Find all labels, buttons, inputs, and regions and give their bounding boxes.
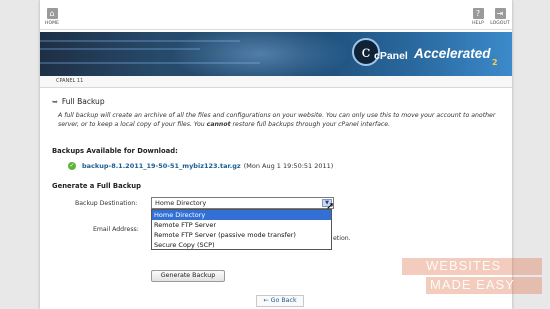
cpanel-banner: c cPanel Accelerated 2 (40, 32, 512, 76)
watermark-line1: WEBSITES (426, 258, 502, 273)
backups-heading: Backups Available for Download: (52, 147, 178, 155)
help-button[interactable]: ? HELP (466, 8, 490, 26)
home-button[interactable]: ⌂ HOME (40, 8, 64, 26)
destination-option-scp[interactable]: Secure Copy (SCP) (152, 240, 331, 250)
home-icon: ⌂ (46, 8, 58, 19)
watermark-line2: MADE EASY (430, 277, 515, 292)
cpanel-logo-text: cPanel (374, 50, 408, 62)
backup-destination-select[interactable]: Home Directory ▼ (151, 197, 334, 209)
description-part2: restore full backups through your cPanel… (230, 120, 391, 128)
mouse-pointer-icon: ➚ (326, 201, 335, 212)
page-title-text: Full Backup (61, 97, 105, 106)
backup-list-item: ✓ backup-8.1.2011_19-50-51_mybiz123.tar.g… (68, 162, 333, 170)
destination-dropdown-list: Home Directory Remote FTP Server Remote … (151, 209, 332, 250)
page-title: ➥ Full Backup (52, 97, 105, 106)
destination-selected-value: Home Directory (155, 199, 207, 207)
watermark-logo: WEBSITES MADE EASY (396, 258, 546, 298)
generate-backup-button[interactable]: Generate Backup (151, 270, 225, 282)
top-toolbar: ⌂ HOME ? HELP ⇥ LOGOUT (40, 8, 512, 30)
logout-button[interactable]: ⇥ LOGOUT (488, 8, 512, 26)
help-label: HELP (472, 21, 484, 26)
accelerated-version: 2 (492, 58, 498, 67)
breadcrumb-bar: CPANEL 11 (40, 76, 512, 88)
destination-label: Backup Destination: (75, 200, 138, 207)
checkmark-icon: ✓ (68, 162, 76, 170)
destination-option-ftp-passive[interactable]: Remote FTP Server (passive mode transfer… (152, 230, 331, 240)
accelerated-logo-text: Accelerated (414, 46, 491, 61)
help-icon: ? (472, 8, 484, 19)
logout-icon: ⇥ (494, 8, 506, 19)
home-label: HOME (44, 21, 60, 26)
description-emphasis: cannot (206, 120, 231, 128)
destination-option-ftp[interactable]: Remote FTP Server (152, 220, 331, 230)
version-label: CPANEL 11 (56, 78, 84, 84)
banner-globe-glow (170, 32, 350, 76)
backup-date: (Mon Aug 1 19:50:51 2011) (243, 162, 334, 170)
backup-download-link[interactable]: backup-8.1.2011_19-50-51_mybiz123.tar.gz (82, 162, 241, 170)
email-label: Email Address: (93, 226, 139, 233)
backup-description: A full backup will create an archive of … (58, 112, 498, 130)
generate-heading: Generate a Full Backup (52, 182, 141, 190)
go-back-button[interactable]: ← Go Back (256, 295, 304, 307)
email-hint-text: etion. (333, 235, 351, 242)
destination-option-home[interactable]: Home Directory (152, 210, 331, 220)
backup-arrow-icon: ➥ (52, 98, 58, 106)
logout-label: LOGOUT (490, 21, 510, 26)
